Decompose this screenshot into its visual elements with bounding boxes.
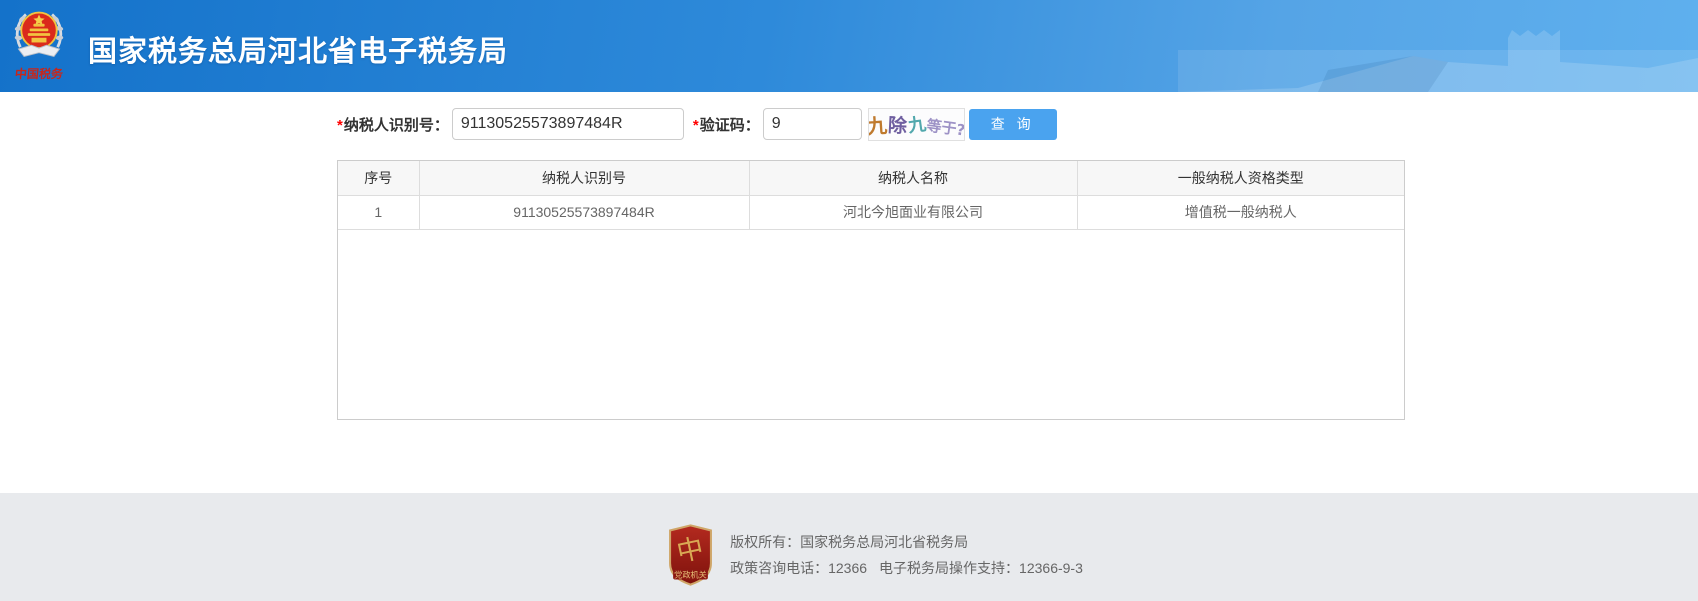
copyright-line: 版权所有：国家税务总局河北省税务局 bbox=[730, 529, 1083, 555]
taxpayer-id-label: *纳税人识别号： bbox=[337, 114, 449, 135]
header: 中国税务 国家税务总局河北省电子税务局 bbox=[0, 0, 1698, 92]
results-table-container: 序号 纳税人识别号 纳税人名称 一般纳税人资格类型 1 911305255738… bbox=[337, 160, 1405, 420]
badge-text: 党政机关 bbox=[674, 569, 707, 579]
captcha-char: 九 bbox=[868, 109, 888, 139]
captcha-char: 等于? bbox=[925, 114, 965, 140]
col-header-taxpayer-name: 纳税人名称 bbox=[749, 161, 1077, 195]
required-marker: * bbox=[693, 117, 699, 134]
captcha-label: *验证码： bbox=[693, 114, 760, 135]
required-marker: * bbox=[337, 117, 343, 134]
captcha-input[interactable] bbox=[763, 108, 862, 140]
table-row: 1 91130525573897484R 河北今旭面业有限公司 增值税一般纳税人 bbox=[338, 195, 1404, 229]
results-table: 序号 纳税人识别号 纳税人名称 一般纳税人资格类型 1 911305255738… bbox=[338, 161, 1404, 230]
col-header-index: 序号 bbox=[338, 161, 419, 195]
government-badge-icon: 中 党政机关 bbox=[667, 524, 714, 586]
support-line: 政策咨询电话：12366电子税务局操作支持：12366-9-3 bbox=[730, 555, 1083, 581]
cell-qualification-type: 增值税一般纳税人 bbox=[1077, 195, 1404, 229]
tax-emblem-logo: 中国税务 bbox=[10, 6, 68, 82]
table-header-row: 序号 纳税人识别号 纳税人名称 一般纳税人资格类型 bbox=[338, 161, 1404, 195]
query-button[interactable]: 查 询 bbox=[969, 109, 1057, 140]
taxpayer-id-input[interactable] bbox=[452, 108, 684, 140]
query-form: *纳税人识别号： *验证码： 九 除 九 等于? 查 询 bbox=[337, 107, 1698, 141]
captcha-image[interactable]: 九 除 九 等于? bbox=[868, 108, 965, 141]
footer: 中 党政机关 版权所有：国家税务总局河北省税务局 政策咨询电话：12366电子税… bbox=[0, 493, 1698, 601]
col-header-taxpayer-id: 纳税人识别号 bbox=[419, 161, 749, 195]
cell-index: 1 bbox=[338, 195, 419, 229]
cell-taxpayer-name: 河北今旭面业有限公司 bbox=[749, 195, 1077, 229]
main-content: *纳税人识别号： *验证码： 九 除 九 等于? 查 询 序号 纳税人识别号 纳… bbox=[0, 107, 1698, 493]
great-wall-decoration bbox=[1178, 0, 1698, 92]
captcha-char: 除 bbox=[887, 110, 907, 138]
cell-taxpayer-id: 91130525573897484R bbox=[419, 195, 749, 229]
national-emblem-icon bbox=[11, 6, 67, 64]
logo-caption: 中国税务 bbox=[9, 65, 69, 82]
col-header-qualification-type: 一般纳税人资格类型 bbox=[1077, 161, 1404, 195]
site-title: 国家税务总局河北省电子税务局 bbox=[88, 28, 508, 70]
